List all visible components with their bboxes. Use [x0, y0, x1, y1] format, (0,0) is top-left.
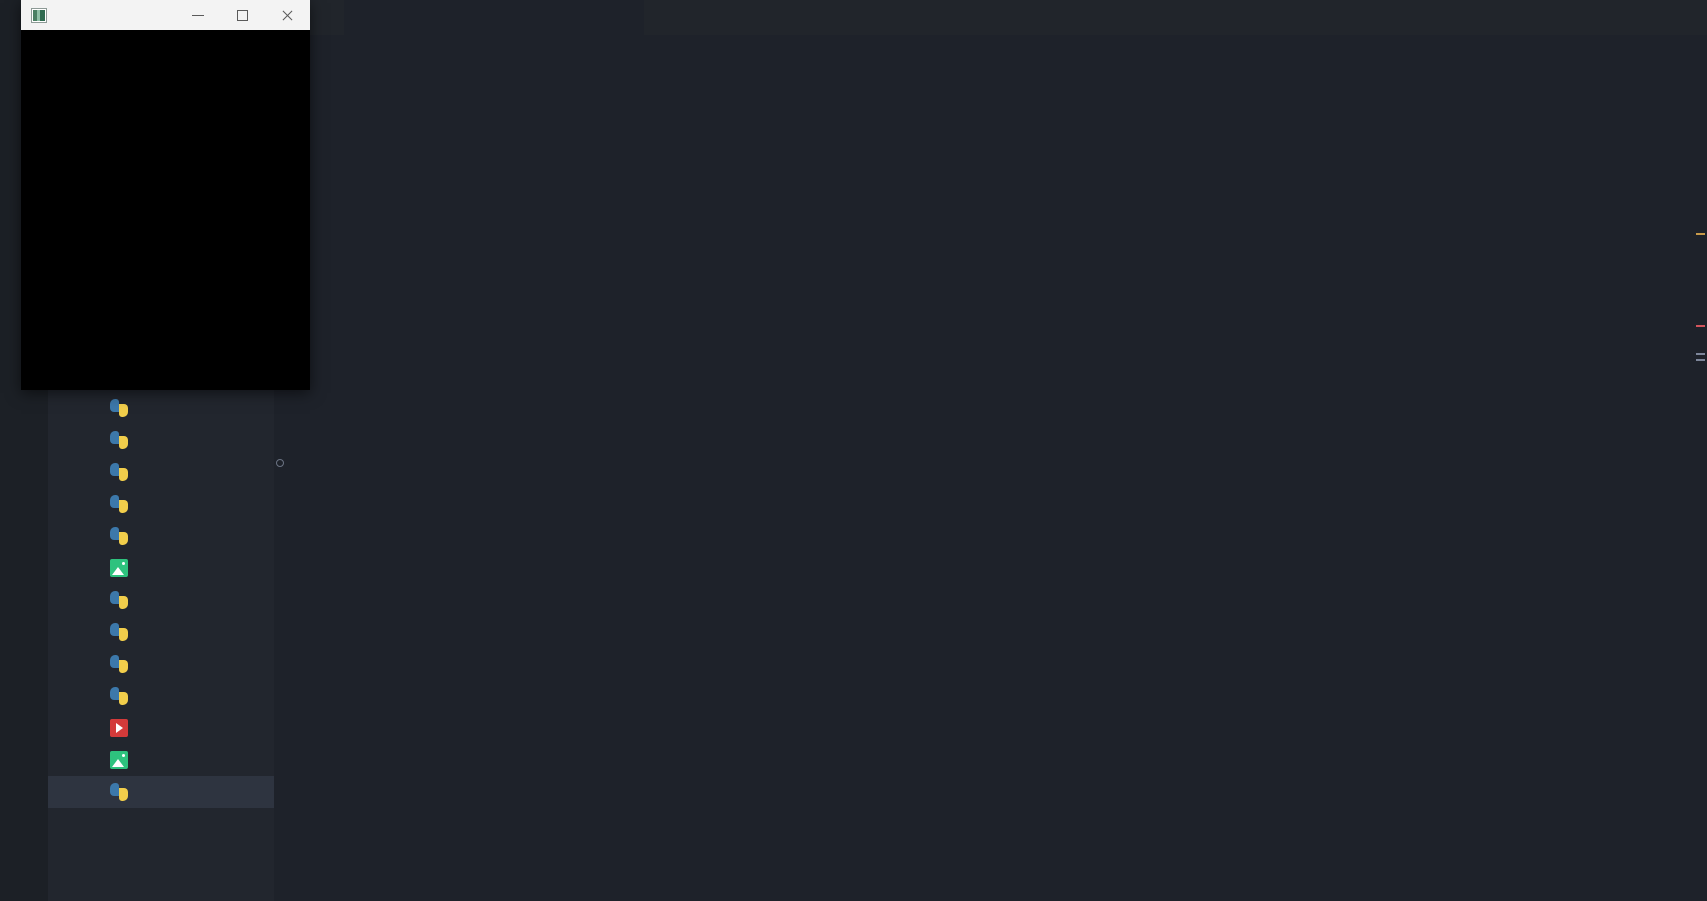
file-item[interactable] — [48, 616, 274, 648]
python-file-icon — [110, 783, 128, 801]
window-controls[interactable] — [175, 0, 310, 30]
python-file-icon — [110, 463, 128, 481]
python-file-icon — [110, 527, 128, 545]
file-item[interactable] — [48, 680, 274, 712]
window-title-bar[interactable] — [21, 0, 310, 30]
code-line[interactable] — [274, 77, 1707, 102]
video-file-icon — [110, 719, 128, 737]
editor-tab-bar[interactable] — [274, 0, 1707, 35]
file-item[interactable] — [48, 584, 274, 616]
file-item[interactable] — [48, 392, 274, 424]
screen-root — [0, 0, 1707, 901]
code-line[interactable] — [274, 127, 1707, 152]
python-file-icon — [110, 495, 128, 513]
file-item[interactable] — [48, 520, 274, 552]
file-tree[interactable] — [48, 392, 274, 808]
code-line[interactable] — [274, 52, 1707, 77]
file-item[interactable] — [48, 552, 274, 584]
terminal-command-line — [288, 507, 1695, 532]
window-canvas-img[interactable] — [21, 30, 310, 390]
python-file-icon — [110, 591, 128, 609]
command-status-icon — [276, 459, 284, 467]
code-line[interactable] — [274, 177, 1707, 202]
file-item[interactable] — [48, 488, 274, 520]
editor-tab[interactable] — [644, 0, 714, 35]
terminal-panel[interactable] — [274, 418, 1707, 901]
python-file-icon — [110, 399, 128, 417]
image-file-icon — [110, 559, 128, 577]
code-content[interactable] — [274, 52, 1707, 277]
code-line[interactable] — [274, 227, 1707, 252]
close-button[interactable] — [265, 0, 310, 30]
file-item[interactable] — [48, 648, 274, 680]
python-file-icon — [110, 655, 128, 673]
editor-area — [274, 0, 1707, 418]
code-line[interactable] — [274, 152, 1707, 177]
minimize-button[interactable] — [175, 0, 220, 30]
editor-minimap[interactable] — [1693, 35, 1707, 418]
file-item[interactable] — [48, 744, 274, 776]
maximize-button[interactable] — [220, 0, 265, 30]
file-item[interactable] — [48, 456, 274, 488]
image-file-icon — [110, 751, 128, 769]
code-line[interactable] — [274, 252, 1707, 277]
file-item[interactable] — [48, 424, 274, 456]
file-item[interactable] — [48, 776, 274, 808]
file-item[interactable] — [48, 712, 274, 744]
opencv-window-img[interactable] — [21, 0, 310, 390]
code-line[interactable] — [274, 102, 1707, 127]
terminal-result-lines — [288, 582, 1695, 901]
opencv-window-icon — [31, 7, 47, 23]
editor-tab[interactable] — [344, 0, 644, 35]
python-file-icon — [110, 623, 128, 641]
python-file-icon — [110, 687, 128, 705]
terminal-output[interactable] — [276, 432, 1695, 897]
code-line[interactable] — [274, 202, 1707, 227]
python-file-icon — [110, 431, 128, 449]
